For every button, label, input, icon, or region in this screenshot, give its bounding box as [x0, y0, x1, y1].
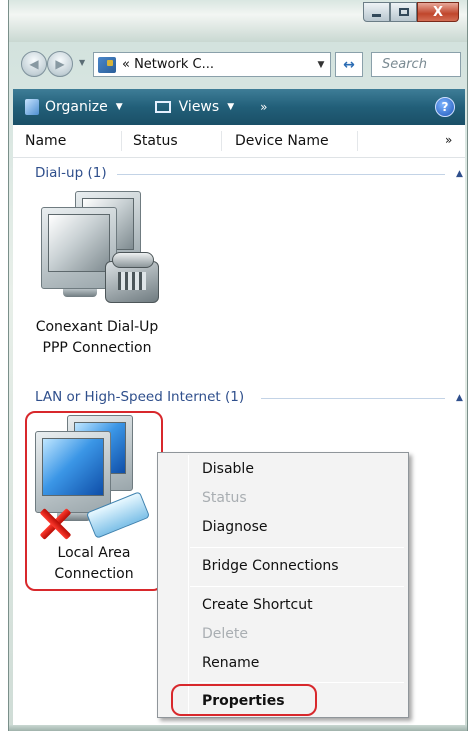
collapse-group-icon[interactable]: ▲ — [456, 169, 463, 179]
back-arrow-icon: ◀ — [29, 57, 39, 71]
dialup-connection-icon — [37, 191, 159, 311]
search-input[interactable]: Search — [371, 52, 461, 77]
menu-separator — [190, 586, 404, 587]
column-divider[interactable] — [121, 131, 122, 151]
menu-item-rename[interactable]: Rename — [202, 655, 259, 671]
window-bottom-border — [9, 725, 467, 731]
group-divider — [117, 174, 445, 175]
refresh-icon: ↔ — [343, 56, 355, 73]
menu-icon-gutter — [188, 455, 189, 715]
organize-button[interactable]: Organize ▼ — [25, 99, 123, 115]
menu-item-create-shortcut[interactable]: Create Shortcut — [202, 597, 313, 613]
minimize-button[interactable] — [363, 2, 390, 22]
list-item-local-area-connection[interactable]: Local Area Connection — [27, 413, 161, 589]
forward-arrow-icon: ▶ — [55, 57, 65, 71]
close-icon: X — [432, 4, 444, 20]
forward-button[interactable]: ▶ — [47, 51, 73, 77]
address-path: « Network C... — [122, 57, 214, 72]
column-divider[interactable] — [221, 131, 222, 151]
close-button[interactable]: X — [417, 2, 459, 22]
menu-item-bridge-connections[interactable]: Bridge Connections — [202, 558, 339, 574]
toolbar-overflow-button[interactable]: » — [260, 100, 267, 114]
item-label: Connection — [54, 566, 134, 582]
group-header-lan[interactable]: LAN or High-Speed Internet (1) — [35, 389, 244, 405]
refresh-button[interactable]: ↔ — [335, 52, 363, 77]
window-controls: X — [363, 2, 459, 24]
address-row: ◀ ▶ ▼ « Network C... ▼ ↔ Search — [9, 42, 467, 82]
item-label: PPP Connection — [42, 340, 152, 356]
back-button[interactable]: ◀ — [21, 51, 47, 77]
menu-item-delete: Delete — [202, 626, 248, 642]
views-icon — [154, 101, 171, 113]
column-overflow-button[interactable]: » — [445, 133, 452, 147]
address-bar[interactable]: « Network C... ▼ — [93, 52, 331, 77]
maximize-button[interactable] — [390, 2, 417, 22]
command-toolbar: Organize ▼ Views ▼ » ? — [13, 89, 465, 125]
menu-item-disable[interactable]: Disable — [202, 461, 254, 477]
list-item-dialup-connection[interactable]: Conexant Dial-Up PPP Connection — [27, 189, 167, 369]
menu-separator — [190, 547, 404, 548]
menu-item-status: Status — [202, 490, 247, 506]
column-device-name[interactable]: Device Name — [235, 133, 329, 149]
item-label: Conexant Dial-Up — [35, 319, 159, 335]
views-button[interactable]: Views ▼ — [135, 99, 234, 115]
column-header: Name Status Device Name » — [13, 125, 465, 158]
views-label: Views — [178, 99, 220, 115]
highlight-outline-properties — [171, 684, 317, 716]
title-bar: X — [9, 0, 467, 42]
maximize-icon — [398, 8, 409, 16]
network-folder-icon — [98, 56, 116, 73]
column-status[interactable]: Status — [133, 133, 178, 149]
address-dropdown-icon[interactable]: ▼ — [312, 60, 330, 70]
context-menu: Disable Status Diagnose Bridge Connectio… — [157, 452, 409, 718]
organize-label: Organize — [45, 99, 108, 115]
disabled-x-icon — [39, 507, 71, 539]
help-button[interactable]: ? — [435, 97, 455, 117]
group-header-dialup[interactable]: Dial-up (1) — [35, 165, 107, 181]
chevron-down-icon: ▼ — [227, 102, 235, 112]
minimize-icon — [372, 14, 381, 17]
collapse-group-icon[interactable]: ▲ — [456, 393, 463, 403]
chevron-down-icon: ▼ — [115, 102, 123, 112]
column-name[interactable]: Name — [25, 133, 66, 149]
recent-pages-dropdown[interactable]: ▼ — [79, 58, 85, 67]
group-divider — [261, 398, 445, 399]
column-divider[interactable] — [357, 131, 358, 151]
menu-item-diagnose[interactable]: Diagnose — [202, 519, 267, 535]
lan-connection-disabled-icon — [33, 415, 153, 541]
item-label: Local Area — [57, 545, 131, 561]
organize-icon — [25, 99, 39, 115]
menu-separator — [190, 682, 404, 683]
